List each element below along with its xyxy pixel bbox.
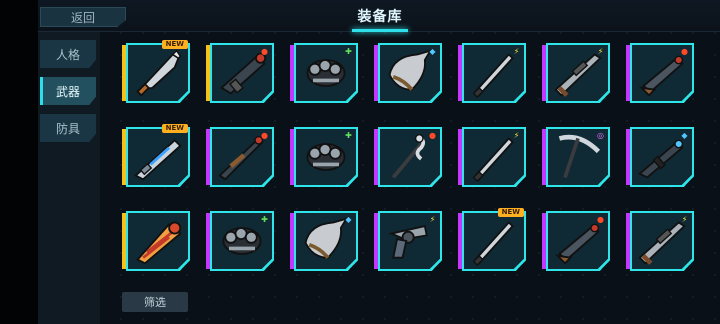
dagger-icon bbox=[472, 221, 514, 267]
tab-armor[interactable]: 防具 bbox=[40, 114, 96, 142]
weapon-slot[interactable]: ◆ bbox=[290, 211, 358, 271]
equipment-screen: 返回 装备库 人格 武器 防具 NEW ● ✚ ◆ ⚡ ⚡ ● NEW ● ✚ ● ⚡ ◎ ◆ ✚ ◆ ⚡ NEW… bbox=[0, 0, 720, 324]
weapon-slot[interactable]: ✚ bbox=[290, 43, 358, 103]
rarity-bar-purple bbox=[458, 45, 462, 101]
weapon-slot[interactable]: ⚡ bbox=[458, 43, 526, 103]
weapon-slot[interactable]: ◆ bbox=[374, 43, 442, 103]
fire-element-icon: ● bbox=[597, 215, 604, 224]
rarity-bar-purple bbox=[458, 129, 462, 185]
cleaver-sword-icon bbox=[136, 49, 182, 97]
category-sidebar: 人格 武器 防具 bbox=[38, 32, 100, 324]
weapon-slot[interactable]: NEW bbox=[458, 208, 526, 271]
rarity-bar-purple bbox=[206, 129, 210, 185]
rarity-bar-purple bbox=[626, 45, 630, 101]
bolt-element-icon: ⚡ bbox=[513, 131, 520, 140]
new-badge: NEW bbox=[497, 208, 524, 217]
rarity-bar-purple bbox=[542, 129, 546, 185]
fire-element-icon: ● bbox=[681, 47, 688, 56]
rarity-bar-purple bbox=[374, 45, 378, 101]
spiral-element-icon: ◎ bbox=[597, 131, 604, 140]
rarity-bar-purple bbox=[290, 213, 294, 269]
rarity-bar-purple bbox=[206, 213, 210, 269]
drill-cone-icon bbox=[136, 221, 182, 265]
bolt-element-icon: ⚡ bbox=[429, 215, 436, 224]
weapon-slot[interactable]: ⚡ bbox=[458, 127, 526, 187]
water-element-icon: ◆ bbox=[345, 215, 352, 224]
weapon-slot[interactable]: ⚡ bbox=[542, 43, 610, 103]
rarity-bar-gold bbox=[206, 45, 210, 101]
title-underline bbox=[352, 29, 408, 32]
rarity-bar-purple bbox=[290, 129, 294, 185]
weapon-slot[interactable]: NEW bbox=[122, 40, 190, 103]
weapon-slot[interactable]: ● bbox=[206, 127, 274, 187]
bolt-element-icon: ⚡ bbox=[513, 47, 520, 56]
filter-button[interactable]: 筛选 bbox=[122, 292, 188, 312]
weapon-slot[interactable]: ◆ bbox=[626, 127, 694, 187]
bolt-element-icon: ⚡ bbox=[681, 215, 688, 224]
weapon-slot[interactable]: ✚ bbox=[206, 211, 274, 271]
rarity-bar-purple bbox=[542, 213, 546, 269]
weapon-slot[interactable]: ● bbox=[206, 43, 274, 103]
page-title: 装备库 bbox=[357, 9, 403, 25]
leaf-element-icon: ✚ bbox=[345, 47, 352, 56]
rarity-bar-purple bbox=[290, 45, 294, 101]
back-button[interactable]: 返回 bbox=[40, 7, 126, 27]
fire-element-icon: ● bbox=[429, 131, 436, 140]
rarity-bar-purple bbox=[626, 213, 630, 269]
rarity-bar-purple bbox=[458, 213, 462, 269]
weapon-slot[interactable]: ⚡ bbox=[626, 211, 694, 271]
weapon-slot[interactable]: ● bbox=[542, 211, 610, 271]
water-element-icon: ◆ bbox=[681, 131, 688, 140]
rarity-bar-purple bbox=[374, 129, 378, 185]
leaf-element-icon: ✚ bbox=[345, 131, 352, 140]
weapon-slot[interactable]: ✚ bbox=[290, 127, 358, 187]
rarity-bar-gold bbox=[122, 129, 126, 185]
fire-element-icon: ● bbox=[261, 47, 268, 56]
rarity-bar-purple bbox=[374, 213, 378, 269]
leaf-element-icon: ✚ bbox=[261, 215, 268, 224]
tab-weapons[interactable]: 武器 bbox=[40, 77, 96, 105]
weapon-slot[interactable]: ⚡ bbox=[374, 211, 442, 271]
bolt-element-icon: ⚡ bbox=[597, 47, 604, 56]
water-element-icon: ◆ bbox=[429, 47, 436, 56]
rarity-bar-purple bbox=[542, 45, 546, 101]
new-badge: NEW bbox=[161, 124, 188, 133]
weapon-slot[interactable]: ● bbox=[626, 43, 694, 103]
new-badge: NEW bbox=[161, 40, 188, 49]
tab-personality[interactable]: 人格 bbox=[40, 40, 96, 68]
left-edge-shade bbox=[0, 0, 38, 324]
laser-rifle-icon bbox=[134, 139, 182, 181]
rarity-bar-gold bbox=[122, 213, 126, 269]
rarity-bar-purple bbox=[626, 129, 630, 185]
weapon-slot[interactable] bbox=[122, 211, 190, 271]
rarity-bar-gold bbox=[122, 45, 126, 101]
weapon-slot[interactable]: ● bbox=[374, 127, 442, 187]
weapon-slot[interactable]: NEW bbox=[122, 124, 190, 187]
fire-element-icon: ● bbox=[261, 131, 268, 140]
weapon-slot[interactable]: ◎ bbox=[542, 127, 610, 187]
